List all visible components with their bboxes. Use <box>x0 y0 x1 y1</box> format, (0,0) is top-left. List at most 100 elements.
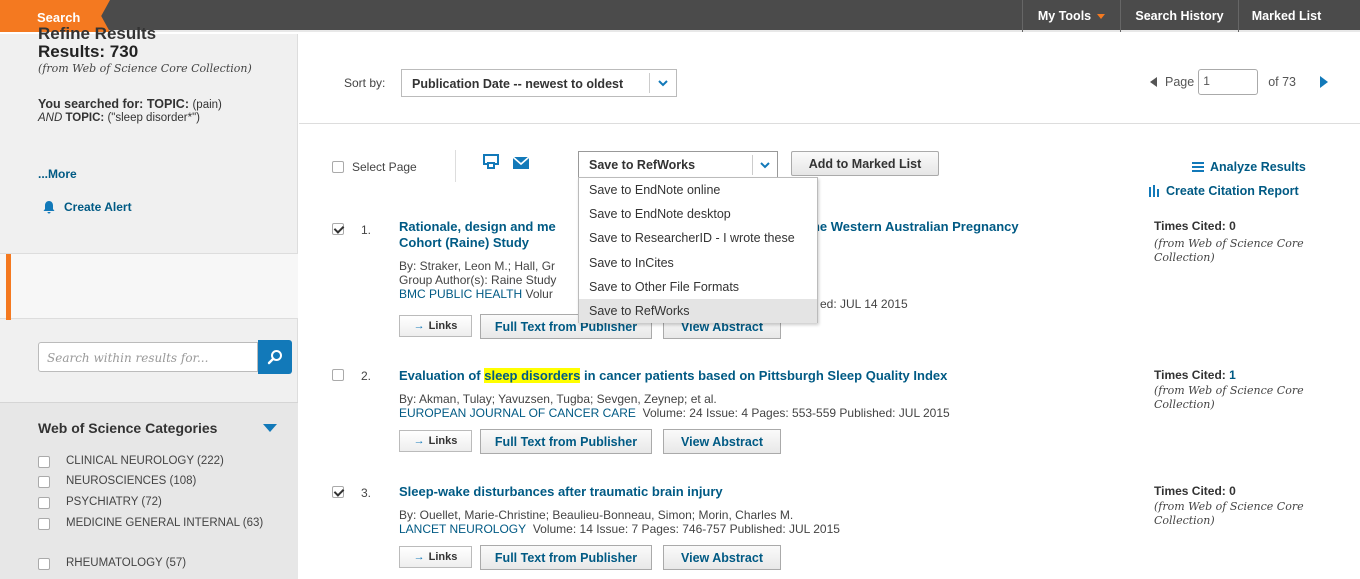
record-group-authors: Group Author(s): Raine Study <box>399 273 557 287</box>
categories-panel: Web of Science Categories <box>0 402 298 579</box>
record-checkbox[interactable] <box>332 223 344 235</box>
times-cited: Times Cited: 0 <box>1154 219 1236 233</box>
you-searched-text: You searched for: <box>38 97 144 111</box>
source-details: Volume: 14 Issue: 7 Pages: 746-757 Publi… <box>532 522 840 536</box>
title-part: Cohort (Raine) Study <box>399 235 529 250</box>
record-published: ed: JUL 14 2015 <box>820 297 908 311</box>
category-label: CLINICAL NEUROLOGY (222) <box>66 455 224 467</box>
chevron-down-icon <box>658 80 668 87</box>
times-cited: Times Cited: 0 <box>1154 484 1236 498</box>
page-label: Page <box>1165 75 1195 89</box>
category-item[interactable]: NEUROSCIENCES (108) <box>38 475 278 488</box>
category-checkbox[interactable] <box>38 518 50 530</box>
previous-page-icon[interactable] <box>1150 77 1157 87</box>
arrow-right-icon: → <box>413 320 425 332</box>
category-label: NEUROSCIENCES (108) <box>66 475 197 487</box>
times-cited-label: Times Cited: <box>1154 368 1226 382</box>
refine-results-header <box>0 253 298 320</box>
search-within-button[interactable] <box>258 340 292 374</box>
arrow-right-icon: → <box>413 551 425 563</box>
record-authors: By: Ouellet, Marie-Christine; Beaulieu-B… <box>399 508 794 522</box>
list-lines-icon <box>1192 162 1204 172</box>
search-icon <box>267 350 282 365</box>
save-option[interactable]: Save to InCites <box>579 251 817 275</box>
title-part: Evaluation of <box>399 368 481 383</box>
title-highlight: sleep disorders <box>484 368 581 383</box>
category-item[interactable]: RHEUMATOLOGY (57) <box>38 557 278 570</box>
save-to-select[interactable]: Save to RefWorks <box>578 151 778 178</box>
view-abstract-button[interactable]: View Abstract <box>663 429 781 454</box>
record-actions: → Links Full Text from Publisher View Abs… <box>399 545 781 570</box>
links-button[interactable]: → Links <box>399 546 472 568</box>
arrow-right-icon: → <box>413 435 425 447</box>
marked-list-link[interactable]: Marked List <box>1238 0 1334 32</box>
record-checkbox[interactable] <box>332 486 344 498</box>
email-icon[interactable] <box>513 157 529 169</box>
record-title-link[interactable]: Sleep-wake disturbances after traumatic … <box>399 484 1099 500</box>
record-source: EUROPEAN JOURNAL OF CANCER CARE Volume: … <box>399 406 950 420</box>
more-link[interactable]: ...More <box>38 167 77 181</box>
create-citation-report-link[interactable]: Create Citation Report <box>1149 184 1299 198</box>
save-option[interactable]: Save to ResearcherID - I wrote these <box>579 226 817 250</box>
record-actions: → Links Full Text from Publisher View Abs… <box>399 429 781 454</box>
record-number: 2. <box>361 369 372 383</box>
save-option[interactable]: Save to Other File Formats <box>579 275 817 299</box>
next-page-icon[interactable] <box>1320 76 1329 88</box>
page-total: of 73 <box>1268 75 1297 89</box>
category-item[interactable]: PSYCHIATRY (72) <box>38 496 278 509</box>
category-label: RHEUMATOLOGY (57) <box>66 557 187 569</box>
sort-select[interactable]: Publication Date -- newest to oldest <box>401 69 677 97</box>
search-history-link[interactable]: Search History <box>1120 0 1238 32</box>
journal-link[interactable]: EUROPEAN JOURNAL OF CANCER CARE <box>399 406 636 420</box>
times-cited-count[interactable]: 1 <box>1229 368 1236 382</box>
create-alert-link[interactable]: Create Alert <box>42 200 132 214</box>
save-option[interactable]: Save to EndNote online <box>579 178 817 202</box>
record-authors: By: Straker, Leon M.; Hall, Gr <box>399 259 556 273</box>
results-count: Results: 730 <box>38 42 139 61</box>
save-option[interactable]: Save to EndNote desktop <box>579 202 817 226</box>
times-cited-label: Times Cited: <box>1154 484 1226 498</box>
times-cited-count: 0 <box>1229 484 1236 498</box>
analyze-results-link[interactable]: Analyze Results <box>1192 160 1306 174</box>
category-item[interactable]: MEDICINE GENERAL INTERNAL (63) <box>38 517 278 530</box>
category-item[interactable]: CLINICAL NEUROLOGY (222) <box>38 455 278 468</box>
links-button[interactable]: → Links <box>399 315 472 337</box>
category-checkbox[interactable] <box>38 558 50 570</box>
query-value-2: ("sleep disorder*") <box>107 112 200 124</box>
caret-down-icon <box>1097 13 1106 19</box>
select-page-label: Select Page <box>352 160 417 174</box>
save-to-dropdown-menu: Save to EndNote online Save to EndNote d… <box>578 177 818 324</box>
title-part: of the Western Australian Pregnancy <box>791 219 1019 234</box>
select-page-checkbox[interactable] <box>332 161 344 173</box>
full-text-button[interactable]: Full Text from Publisher <box>480 429 652 454</box>
my-tools-menu[interactable]: My Tools <box>1022 0 1120 32</box>
record-title-link[interactable]: Evaluation of sleep disorders in cancer … <box>399 368 1119 384</box>
source-details: Volur <box>525 287 553 301</box>
page-number-input[interactable]: 1 <box>1198 69 1259 95</box>
record-checkbox[interactable] <box>332 369 344 381</box>
links-button[interactable]: → Links <box>399 430 472 452</box>
create-alert-label: Create Alert <box>64 200 132 214</box>
sort-value: Publication Date -- newest to oldest <box>412 77 624 91</box>
view-abstract-button[interactable]: View Abstract <box>663 545 781 570</box>
pagination: Page 1 of 73 <box>1150 68 1329 96</box>
category-label: MEDICINE GENERAL INTERNAL (63) <box>66 517 264 529</box>
query-field-1: TOPIC: <box>146 97 189 111</box>
category-checkbox[interactable] <box>38 497 50 509</box>
category-checkbox[interactable] <box>38 476 50 488</box>
journal-link[interactable]: LANCET NEUROLOGY <box>399 522 526 536</box>
times-cited-count: 0 <box>1229 219 1236 233</box>
full-text-button[interactable]: Full Text from Publisher <box>480 545 652 570</box>
title-part: Rationale, design and me <box>399 219 556 234</box>
links-label: Links <box>428 435 458 447</box>
record-source: BMC PUBLIC HEALTH Volur <box>399 287 553 301</box>
print-icon[interactable] <box>483 154 499 170</box>
search-within-input[interactable]: Search within results for... <box>38 342 258 372</box>
collapse-caret-icon[interactable] <box>263 424 277 432</box>
add-to-marked-list-button[interactable]: Add to Marked List <box>791 151 939 176</box>
save-option-selected[interactable]: Save to RefWorks <box>579 298 817 324</box>
links-label: Links <box>428 320 458 332</box>
category-checkbox[interactable] <box>38 456 50 468</box>
journal-link[interactable]: BMC PUBLIC HEALTH <box>399 287 522 301</box>
sort-label: Sort by: <box>344 76 386 90</box>
